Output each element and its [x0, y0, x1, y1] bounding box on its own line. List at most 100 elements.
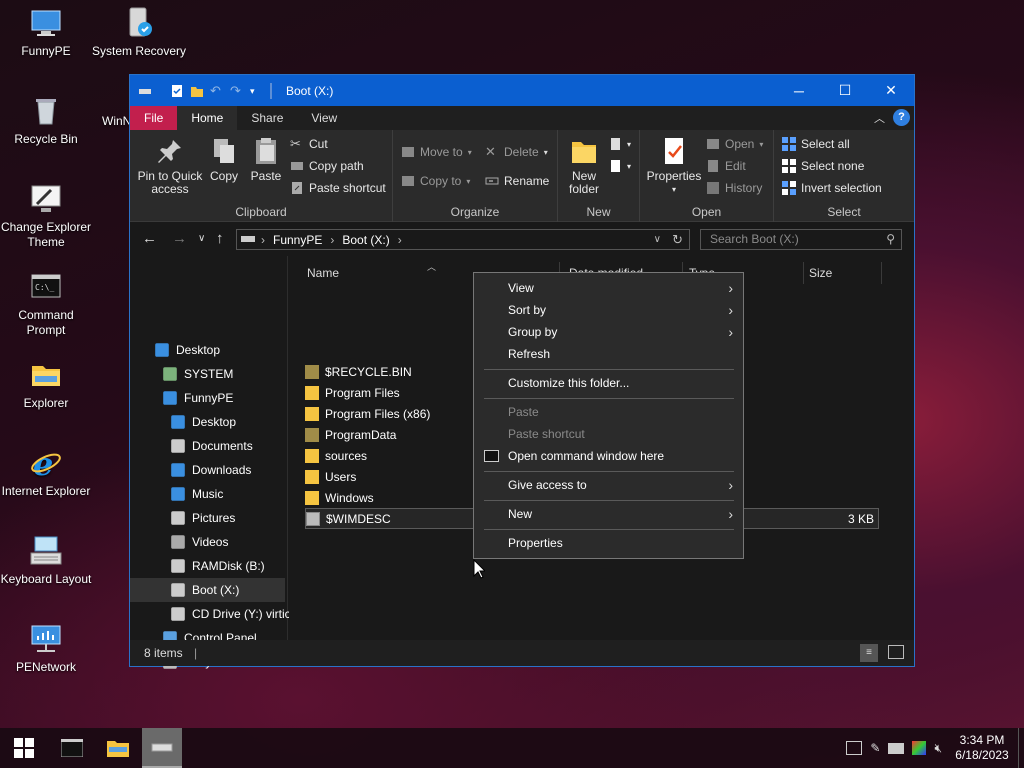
- clock[interactable]: 3:34 PM 6/18/2023: [946, 733, 1018, 763]
- desktop-icon-label: Command Prompt: [18, 308, 74, 337]
- edit-button[interactable]: Edit: [706, 156, 746, 176]
- taskbar-boot-window[interactable]: [142, 728, 182, 768]
- network-tray-icon[interactable]: [846, 741, 863, 755]
- breadcrumb-boot[interactable]: Boot (X:): [342, 233, 389, 247]
- cut-button[interactable]: ✂ Cut: [290, 134, 328, 154]
- menu-item-sort-by[interactable]: Sort by ›: [474, 299, 743, 321]
- invert-selection-button[interactable]: Invert selection: [782, 178, 882, 198]
- select-none-button[interactable]: Select none: [782, 156, 864, 176]
- paste-button[interactable]: Paste: [248, 136, 284, 183]
- menu-item-paste[interactable]: Paste: [474, 401, 743, 423]
- nav-item-funnype[interactable]: FunnyPE: [130, 386, 285, 410]
- breadcrumb-funnype[interactable]: FunnyPE: [273, 233, 322, 247]
- desktop-icon-penetwork[interactable]: PENetwork: [0, 622, 94, 675]
- easy-access-button[interactable]: ▾: [608, 156, 631, 176]
- address-dropdown-icon[interactable]: ∨: [654, 234, 661, 245]
- history-button[interactable]: History: [706, 178, 762, 198]
- keyboard-tray-icon[interactable]: [888, 742, 905, 754]
- nav-item-documents[interactable]: Documents: [130, 434, 285, 458]
- file-name: $RECYCLE.BIN: [325, 364, 412, 379]
- start-button[interactable]: [4, 728, 44, 768]
- move-to-button[interactable]: Move to ▾: [401, 142, 472, 162]
- large-icons-view-button[interactable]: [888, 645, 904, 659]
- desktop-icon-system-recovery[interactable]: System Recovery: [91, 6, 187, 59]
- column-name[interactable]: Name: [307, 262, 339, 284]
- open-button[interactable]: Open ▾: [706, 134, 763, 154]
- taskbar-command-prompt[interactable]: [52, 728, 92, 768]
- desktop-icon-label: Explorer: [23, 396, 69, 410]
- close-button[interactable]: ✕: [868, 75, 914, 106]
- new-folder-icon[interactable]: [190, 84, 204, 98]
- paste-icon: [251, 136, 281, 166]
- tab-home[interactable]: Home: [177, 106, 238, 130]
- move-to-icon: [401, 145, 415, 159]
- volume-muted-icon[interactable]: 🔇︎: [934, 741, 942, 756]
- pen-tray-icon[interactable]: ✎: [870, 741, 880, 755]
- file-name: ProgramData: [325, 427, 397, 442]
- copy-to-button[interactable]: Copy to ▾: [401, 171, 470, 191]
- nav-item-pictures[interactable]: Pictures: [130, 506, 285, 530]
- nav-item-videos[interactable]: Videos: [130, 530, 285, 554]
- desktop-icon-keyboard-layout[interactable]: Keyboard Layout: [0, 534, 94, 587]
- menu-item-customize-folder[interactable]: Customize this folder...: [474, 372, 743, 394]
- details-view-button[interactable]: ≡: [860, 644, 878, 662]
- menu-item-paste-shortcut[interactable]: Paste shortcut: [474, 423, 743, 445]
- maximize-button[interactable]: ☐: [822, 75, 868, 106]
- nav-item-desktop[interactable]: Desktop: [130, 338, 285, 362]
- taskbar-file-explorer[interactable]: [98, 728, 138, 768]
- new-folder-button[interactable]: New folder: [562, 136, 606, 196]
- delete-button[interactable]: ✕ Delete ▾: [485, 142, 548, 162]
- properties-button[interactable]: Properties ▾: [644, 136, 704, 196]
- desktop-icon-internet-explorer[interactable]: e Internet Explorer: [0, 445, 94, 499]
- menu-item-refresh[interactable]: Refresh: [474, 343, 743, 365]
- tab-view[interactable]: View: [297, 106, 351, 130]
- nav-item-boot-x[interactable]: Boot (X:): [130, 578, 285, 602]
- color-tray-icon[interactable]: [912, 741, 927, 755]
- tab-share[interactable]: Share: [237, 106, 297, 130]
- menu-item-view[interactable]: View ›: [474, 277, 743, 299]
- folder-icon: [305, 490, 319, 505]
- properties-icon[interactable]: [170, 84, 184, 98]
- minimize-button[interactable]: ─: [776, 75, 822, 106]
- title-bar[interactable]: ↶ ↷ ▾ Boot (X:) ─ ☐ ✕: [130, 75, 914, 106]
- search-input[interactable]: Search Boot (X:) ⚲: [700, 229, 902, 250]
- new-item-button[interactable]: ▾: [608, 134, 631, 154]
- pin-quick-access-button[interactable]: Pin to Quick access: [136, 136, 204, 196]
- address-bar[interactable]: › FunnyPE › Boot (X:) › ∨ ↻: [236, 229, 690, 250]
- rename-button[interactable]: Rename: [485, 171, 549, 191]
- up-button[interactable]: ↑: [216, 230, 224, 247]
- paste-shortcut-button[interactable]: Paste shortcut: [290, 178, 386, 198]
- nav-item-downloads[interactable]: Downloads: [130, 458, 285, 482]
- help-icon[interactable]: ?: [893, 109, 910, 126]
- customize-toolbar-icon[interactable]: ▾: [250, 84, 264, 98]
- menu-item-group-by[interactable]: Group by ›: [474, 321, 743, 343]
- nav-item-desktop[interactable]: Desktop: [130, 410, 285, 434]
- copy-button[interactable]: Copy: [206, 136, 242, 183]
- desktop-icon-winn[interactable]: WinN: [80, 114, 131, 129]
- refresh-icon[interactable]: ↻: [672, 232, 683, 248]
- nav-item-ramdisk-b[interactable]: RAMDisk (B:): [130, 554, 285, 578]
- redo-icon[interactable]: ↷: [230, 83, 244, 98]
- nav-item-music[interactable]: Music: [130, 482, 285, 506]
- undo-icon[interactable]: ↶: [210, 83, 224, 98]
- forward-button[interactable]: →: [172, 230, 187, 247]
- back-button[interactable]: ←: [142, 230, 157, 247]
- menu-item-properties[interactable]: Properties: [474, 532, 743, 554]
- desktop-icon-change-explorer-theme[interactable]: Change Explorer Theme: [0, 182, 94, 250]
- tab-file[interactable]: File: [130, 106, 178, 130]
- copy-path-button[interactable]: Copy path: [290, 156, 364, 176]
- column-size[interactable]: Size: [809, 262, 832, 284]
- select-all-button[interactable]: Select all: [782, 134, 850, 154]
- menu-item-open-command-window[interactable]: Open command window here: [474, 445, 743, 467]
- desktop-icon-funnype[interactable]: FunnyPE: [0, 6, 94, 59]
- desktop-icon-explorer[interactable]: Explorer: [0, 358, 94, 411]
- collapse-ribbon-icon[interactable]: ︿: [874, 110, 885, 126]
- nav-item-system[interactable]: SYSTEM: [130, 362, 285, 386]
- menu-item-give-access-to[interactable]: Give access to ›: [474, 474, 743, 496]
- recent-locations-button[interactable]: ∨: [198, 233, 205, 244]
- theme-icon: [29, 182, 63, 216]
- menu-item-new[interactable]: New ›: [474, 503, 743, 525]
- show-desktop-button[interactable]: [1018, 728, 1024, 768]
- desktop-icon-command-prompt[interactable]: C:\_ Command Prompt: [0, 270, 94, 338]
- nav-item-cd-drive-y-virtic[interactable]: CD Drive (Y:) virtic: [130, 602, 291, 626]
